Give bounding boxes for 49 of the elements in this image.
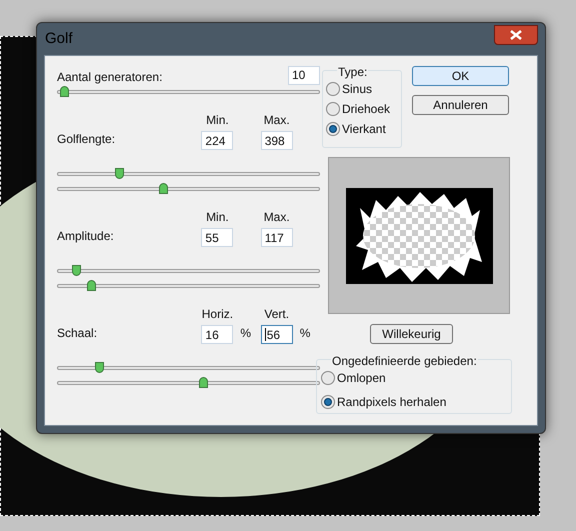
- column-header: Horiz.: [202, 306, 234, 323]
- field-label: Golflengte:: [57, 131, 116, 148]
- radio-label: Randpixels herhalen: [337, 394, 446, 411]
- column-header: Max.: [264, 209, 290, 226]
- dialog-button[interactable]: Annuleren: [412, 95, 509, 115]
- slider-thumb[interactable]: [115, 168, 124, 179]
- radio-label: Sinus: [342, 81, 372, 98]
- number-field[interactable]: 117: [260, 228, 293, 247]
- radio-label: Vierkant: [342, 121, 386, 138]
- close-icon: [510, 30, 522, 40]
- unit-label: %: [240, 325, 252, 342]
- slider[interactable]: [57, 377, 320, 388]
- slider-thumb[interactable]: [158, 183, 168, 194]
- column-header: Max.: [264, 112, 290, 129]
- radio-button[interactable]: [321, 395, 335, 409]
- column-header: Min.: [206, 112, 229, 129]
- slider-thumb[interactable]: [87, 280, 96, 291]
- random-button[interactable]: Willekeurig: [370, 324, 453, 344]
- number-field[interactable]: 56: [260, 325, 293, 344]
- slider[interactable]: [57, 362, 320, 373]
- radio-button[interactable]: [326, 82, 340, 96]
- number-field[interactable]: 55: [201, 228, 234, 247]
- slider[interactable]: [57, 86, 320, 97]
- radio-button[interactable]: [326, 122, 340, 136]
- radio-label: Omlopen: [337, 370, 386, 387]
- unit-label: %: [300, 325, 310, 342]
- slider[interactable]: [57, 280, 320, 291]
- slider[interactable]: [57, 183, 320, 194]
- number-field[interactable]: 10: [288, 66, 320, 84]
- number-field[interactable]: 16: [201, 325, 234, 344]
- column-header: Min.: [206, 209, 229, 226]
- radio-button[interactable]: [321, 371, 335, 385]
- slider-thumb[interactable]: [95, 362, 104, 373]
- field-label: Schaal:: [57, 325, 98, 342]
- slider[interactable]: [57, 168, 320, 179]
- dialog-button[interactable]: OK: [412, 66, 509, 86]
- slider[interactable]: [57, 265, 320, 276]
- radio-button[interactable]: [326, 102, 340, 116]
- field-label: Aantal generatoren:: [57, 69, 162, 86]
- field-label: Amplitude:: [57, 228, 115, 245]
- slider-thumb[interactable]: [60, 86, 69, 97]
- column-header: Vert.: [264, 306, 290, 323]
- close-button[interactable]: [494, 25, 538, 45]
- number-field[interactable]: 224: [201, 131, 234, 150]
- window-title: Golf: [44, 28, 73, 49]
- slider-thumb[interactable]: [72, 265, 82, 276]
- number-field[interactable]: 398: [260, 131, 293, 150]
- slider-thumb[interactable]: [199, 377, 208, 388]
- radio-label: Driehoek: [342, 101, 390, 118]
